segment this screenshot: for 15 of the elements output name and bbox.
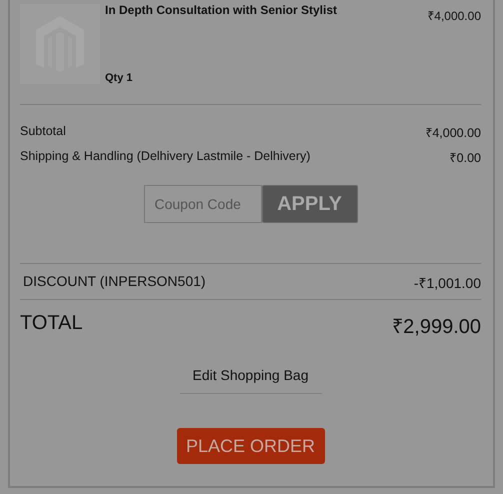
place-order-button[interactable]: PLACE ORDER bbox=[176, 428, 324, 464]
discount-value: -₹1,001.00 bbox=[414, 274, 481, 292]
total-value: ₹0.00 bbox=[450, 150, 481, 166]
total-label: Shipping & Handling (Delhivery Lastmile - Delhivery) bbox=[20, 149, 310, 165]
discount-label: DISCOUNT (INPERSON501) bbox=[23, 273, 206, 291]
total-label: TOTAL bbox=[20, 312, 83, 336]
quantity-label: Qty 1 bbox=[105, 72, 134, 84]
total-value: ₹4,000.00 bbox=[425, 125, 481, 141]
product-name: In Depth Consultation with Senior Stylist bbox=[105, 3, 338, 17]
total-label: Subtotal bbox=[20, 124, 66, 140]
total-amount: ₹2,999.00 bbox=[392, 315, 481, 339]
item-price: ₹4,000.00 bbox=[427, 8, 481, 25]
coupon-field[interactable]: Coupon Code bbox=[144, 185, 262, 223]
apply-button[interactable]: APPLY bbox=[262, 185, 358, 223]
edit-bag-link[interactable]: Edit Shopping Bag bbox=[180, 367, 322, 394]
